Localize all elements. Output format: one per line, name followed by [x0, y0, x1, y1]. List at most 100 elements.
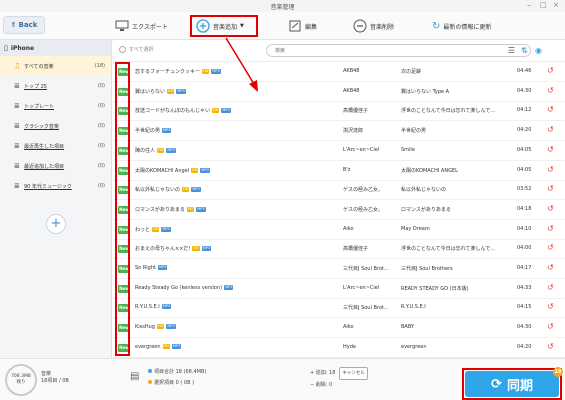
close-icon[interactable]: ×: [553, 1, 559, 9]
sidebar-item-90s-music[interactable]: ≣ 90 年代ミュージック (0): [0, 176, 111, 196]
undo-icon[interactable]: ↺: [547, 105, 554, 114]
delete-music-button[interactable]: 音楽削除: [353, 18, 394, 34]
undo-icon[interactable]: ↺: [547, 145, 554, 154]
song-title-text: 陣の住人: [135, 147, 156, 154]
song-duration: 04:10: [517, 225, 532, 232]
undo-icon[interactable]: ↺: [547, 302, 554, 311]
table-row[interactable]: New 半世紀の男 MP3 渕沢達郎 半世紀の男 04:20 ↺: [113, 121, 565, 142]
back-button[interactable]: ⇑ Back: [3, 16, 45, 34]
song-artist: 三代目J Soul Brot…: [343, 305, 389, 312]
maximize-icon[interactable]: □: [540, 1, 547, 9]
sidebar-item-classical[interactable]: ≣ クラシック音楽 (0): [0, 116, 111, 136]
table-row[interactable]: New R.Y.U.S.E.I MP3 三代目J Soul Brot… R.Y.U.S.…: [113, 298, 565, 319]
item-stats: 項目合計 18 (68.4MB) 選択項目 0 ( 0B ): [148, 367, 206, 389]
table-row[interactable]: New evergreen HD MP3 Hyde evergreen 04:20 ↺: [113, 338, 565, 358]
cancel-button[interactable]: キャンセル: [339, 367, 368, 380]
sidebar-item-count: (0): [97, 123, 105, 129]
song-artist: Aiko: [343, 324, 354, 331]
storage-free-label: 残り: [16, 380, 26, 385]
hd-badge: HD: [182, 187, 190, 193]
edit-icon: [289, 20, 301, 32]
table-row[interactable]: New 翼はいらない HD MP3 AKB48 翼はいらない Type A 04:30 ↺: [113, 82, 565, 102]
song-album: 半世紀の男: [401, 128, 427, 135]
undo-icon[interactable]: ↺: [547, 243, 554, 252]
mp3-badge: MP3: [176, 88, 186, 94]
table-row[interactable]: New 陣の住人 HD MP3 L'Arc~en~Ciel Smile 04:05 ↺: [113, 141, 565, 161]
song-album: 三代目J Soul Brothers: [401, 266, 453, 272]
song-list: New 恋するフォーチュンクッキー HD MP3 AKB48 次の足跡 04:46 ↺ New 翼…: [113, 62, 565, 358]
song-artist: Aiko: [343, 225, 354, 232]
list-view-icon[interactable]: ☰: [506, 45, 517, 56]
sync-count-badge: 18: [553, 367, 563, 377]
undo-icon[interactable]: ↺: [547, 224, 554, 233]
add-playlist-button[interactable]: +: [46, 214, 66, 234]
song-artist: B'z: [343, 166, 351, 173]
hd-badge: HD: [152, 226, 160, 232]
mp3-badge: MP3: [191, 187, 201, 193]
song-artist: 三代目J Soul Brot…: [343, 266, 389, 272]
table-row[interactable]: New Ready Steady Go (kenless version) MP3 L…: [113, 279, 565, 299]
mp3-badge: MP3: [196, 206, 206, 212]
edit-button[interactable]: 編集: [288, 18, 317, 34]
table-row[interactable]: New わっと HD MP3 Aiko May Dream 04:10 ↺: [113, 220, 565, 240]
undo-icon[interactable]: ↺: [547, 204, 554, 213]
table-row[interactable]: New 放送コードがなんぼのもんじゃい HD MP3 高橋優佳子 浮世のことなんて今日は忘…: [113, 101, 565, 122]
sidebar-item-recently-added[interactable]: ≣ 最近追加した項目 (0): [0, 156, 111, 176]
settings-icon[interactable]: ◉: [533, 45, 544, 56]
song-title: So Right MP3: [135, 265, 168, 271]
hd-badge: HD: [212, 108, 220, 114]
song-artist: ゲスの極み乙女。: [343, 206, 384, 213]
refresh-button[interactable]: ↻ 最新の情報に更新: [432, 18, 491, 34]
undo-icon[interactable]: ↺: [547, 283, 554, 292]
mp3-badge: MP3: [221, 108, 231, 114]
undo-icon[interactable]: ↺: [547, 322, 554, 331]
undo-icon[interactable]: ↺: [547, 86, 554, 95]
undo-icon[interactable]: ↺: [547, 184, 554, 193]
hd-badge: HD: [162, 343, 170, 349]
search-input[interactable]: [267, 45, 507, 56]
table-row[interactable]: New おまえの母ちゃん××だ! HD MP3 高橋優佳子 浮世のことなんて今日は忘れて楽…: [113, 239, 565, 260]
sync-button[interactable]: ⟳ 同期: [465, 371, 559, 397]
sort-icon[interactable]: ⇅: [519, 45, 530, 56]
hd-badge: HD: [186, 206, 195, 212]
title-bar: 音楽管理 ‒ □ ×: [0, 0, 565, 12]
total-label: 項目合計 18 (68.4MB): [154, 369, 207, 375]
song-album: BABY: [401, 324, 415, 331]
undo-icon[interactable]: ↺: [547, 263, 554, 272]
minimize-icon[interactable]: ‒: [527, 1, 531, 9]
table-row[interactable]: New ロマンスがありあまる HD MP3 ゲスの極み乙女。 ロマンスがありあまる 04:1…: [113, 200, 565, 220]
song-album: evergreen: [401, 343, 427, 350]
sidebar-item-all-music[interactable]: ♫ すべての音楽 (18): [0, 56, 111, 76]
song-title: 翼はいらない HD MP3: [135, 88, 186, 95]
mp3-badge: MP3: [166, 324, 176, 330]
song-album: 次の足跡: [401, 69, 422, 75]
undo-icon[interactable]: ↺: [547, 165, 554, 174]
song-artist: 高橋優佳子: [343, 246, 369, 253]
refresh-label: 最新の情報に更新: [443, 23, 492, 31]
deleted-label: 削除: 0: [315, 382, 333, 388]
song-artist: AKB48: [343, 87, 360, 94]
song-duration: 04:30: [517, 324, 532, 331]
song-title-text: Ready Steady Go (kenless version): [135, 284, 223, 291]
undo-icon[interactable]: ↺: [547, 342, 554, 351]
export-button[interactable]: エクスポート: [115, 18, 168, 34]
song-album: May Dream: [401, 225, 430, 232]
sidebar-item-recently-played[interactable]: ≣ 最近再生した項目 (0): [0, 136, 111, 156]
hd-badge: HD: [167, 88, 175, 94]
undo-icon[interactable]: ↺: [547, 125, 554, 134]
select-all-checkbox[interactable]: すべて選択: [119, 46, 153, 53]
undo-icon[interactable]: ↺: [547, 66, 554, 75]
table-row[interactable]: New KissHug HD MP3 Aiko BABY 04:30 ↺: [113, 318, 565, 339]
song-album: READY STEADY GO (日本版): [401, 285, 469, 292]
sidebar-item-top-rated[interactable]: ≣ トップレート (0): [0, 96, 111, 116]
table-row[interactable]: New So Right MP3 三代目J Soul Brot… 三代目J Soul B…: [113, 259, 565, 279]
song-title: 恋するフォーチュンクッキー HD MP3: [135, 68, 221, 75]
song-artist: ゲスの極み乙女。: [343, 187, 384, 194]
table-row[interactable]: New 恋するフォーチュンクッキー HD MP3 AKB48 次の足跡 04:46 ↺: [113, 62, 565, 82]
device-header[interactable]: ▯ iPhone: [0, 40, 111, 56]
song-duration: 04:20: [517, 127, 532, 134]
sidebar-item-top25[interactable]: ≣ トップ 25 (0): [0, 76, 111, 96]
table-row[interactable]: New 私以外私じゃないの HD MP3 ゲスの極み乙女。 私以外私じゃないの 03:52 ↺: [113, 180, 565, 201]
mp3-badge: MP3: [201, 246, 212, 252]
table-row[interactable]: New 太陽のKOMACHI Angel HD MP3 B'z 太陽のKOMACHI AN…: [113, 161, 565, 181]
